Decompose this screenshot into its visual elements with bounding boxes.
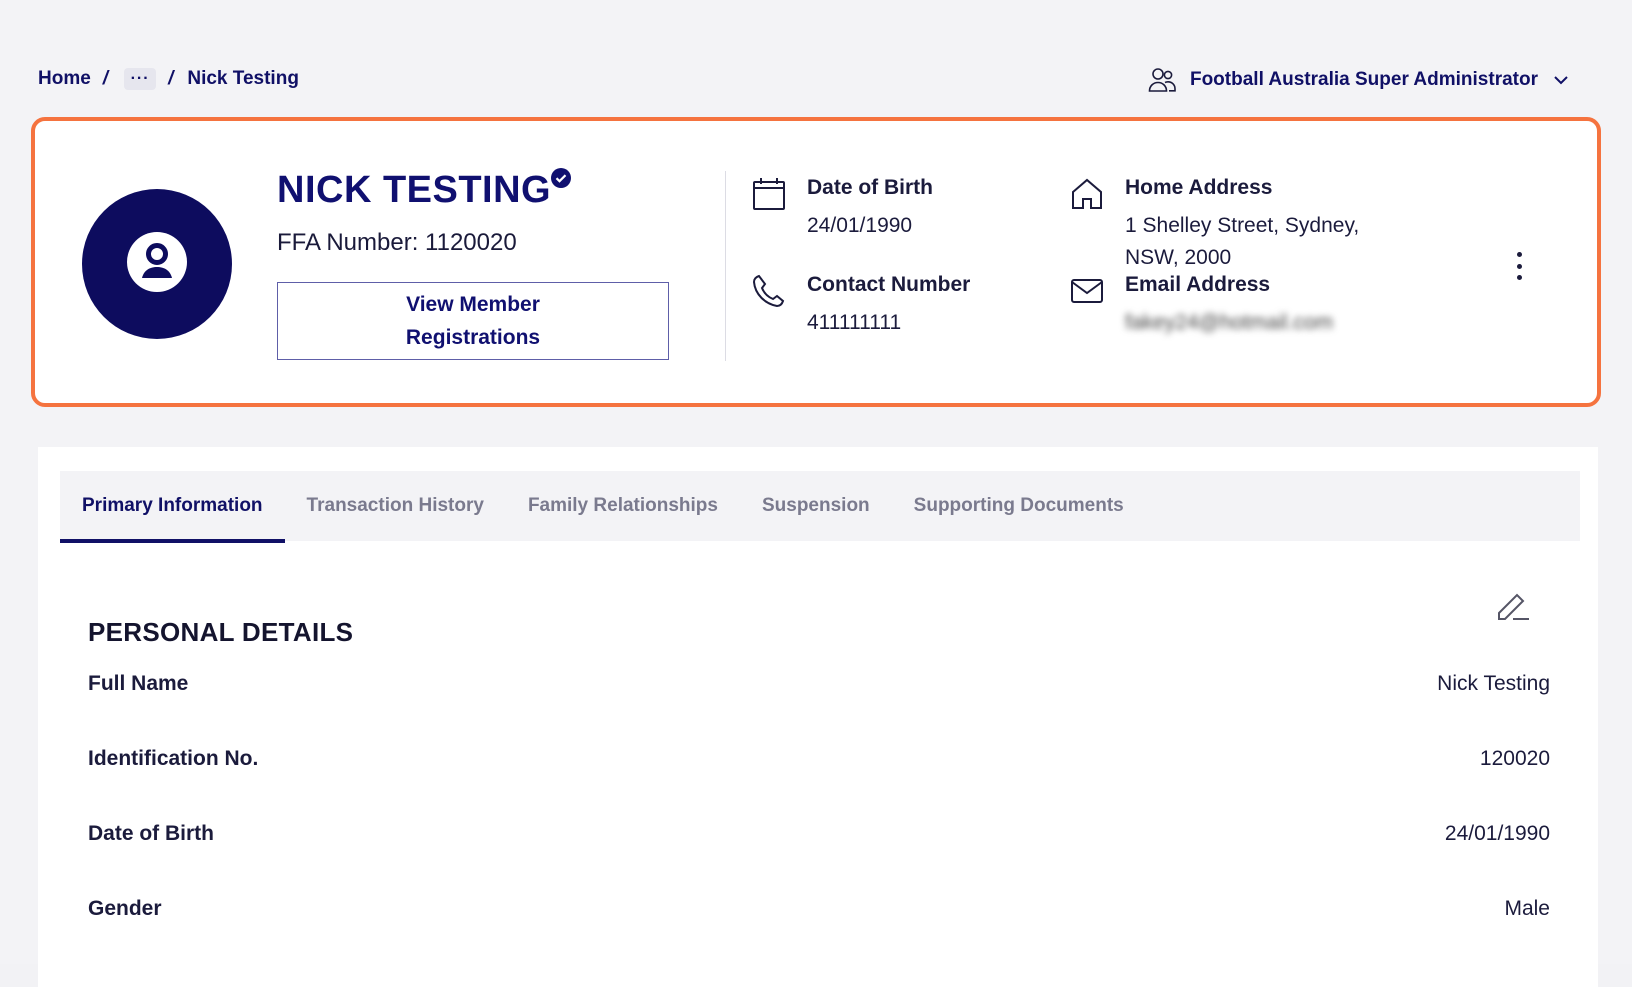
address-label: Home Address [1125,176,1273,199]
ffa-number-label: FFA Number: [277,229,419,256]
contact-value: 411111111 [807,311,902,334]
breadcrumb-home[interactable]: Home [38,68,91,90]
user-role-label: Football Australia Super Administrator [1189,69,1538,90]
detail-row-date-of-birth: Date of Birth 24/01/1990 [88,814,1550,854]
section-title: PERSONAL DETAILS [88,617,354,647]
tab-suspension[interactable]: Suspension [740,471,892,541]
phone-icon [751,273,787,314]
user-avatar-icon [125,230,189,299]
detail-value: Nick Testing [1437,672,1550,695]
email-info: Email Address fakey24@hotmail.com [1069,273,1399,353]
app-frame: Home / ··· / Nick Testing Football Austr… [0,0,1632,987]
top-bar: Home / ··· / Nick Testing Football Austr… [38,62,1608,102]
ffa-number: FFA Number: 1120020 [277,229,517,257]
home-icon [1069,176,1105,217]
breadcrumb: Home / ··· / Nick Testing [38,68,299,90]
mail-icon [1069,273,1105,314]
email-value: fakey24@hotmail.com [1125,311,1334,334]
detail-row-full-name: Full Name Nick Testing [88,664,1550,704]
detail-value: Male [1504,897,1550,920]
breadcrumb-separator: / [102,68,109,89]
address-info: Home Address 1 Shelley Street, Sydney, N… [1069,176,1399,271]
detail-label: Gender [88,897,162,920]
detail-row-identification: Identification No. 120020 [88,739,1550,779]
kebab-dot [1516,275,1522,280]
detail-label: Full Name [88,672,189,695]
dob-info: Date of Birth 24/01/1990 [751,176,1051,256]
tab-supporting-documents[interactable]: Supporting Documents [892,471,1146,541]
tab-family-relationships[interactable]: Family Relationships [506,471,740,541]
verified-badge-icon [550,167,572,189]
calendar-icon [751,176,787,217]
tab-bar: Primary Information Transaction History … [60,471,1580,543]
contact-info: Contact Number 411111111 [751,273,1051,353]
view-member-registrations-button[interactable]: View Member Registrations [277,282,669,360]
member-name: NICK TESTING [277,169,552,211]
edit-icon[interactable] [1493,585,1533,625]
kebab-dot [1516,263,1522,269]
breadcrumb-ellipsis-button[interactable]: ··· [124,68,157,90]
more-options-button[interactable] [1507,246,1531,286]
avatar [82,189,232,339]
user-group-icon [1148,66,1176,94]
kebab-dot [1516,252,1522,257]
chevron-down-icon[interactable] [1552,71,1570,89]
address-line-2: NSW, 2000 [1125,246,1232,269]
user-role-menu[interactable]: Football Australia Super Administrator [1148,66,1570,94]
email-label: Email Address [1125,273,1271,296]
dob-value: 24/01/1990 [807,214,913,237]
detail-row-gender: Gender Male [88,889,1550,929]
tab-transaction-history[interactable]: Transaction History [285,471,506,541]
contact-label: Contact Number [807,273,971,296]
vertical-divider [725,171,726,361]
detail-value: 24/01/1990 [1444,822,1550,845]
detail-value: 120020 [1479,747,1550,770]
breadcrumb-current[interactable]: Nick Testing [187,68,299,90]
detail-label: Identification No. [88,747,259,770]
tab-primary-information[interactable]: Primary Information [60,471,285,543]
breadcrumb-separator: / [168,68,174,89]
address-line-1: 1 Shelley Street, Sydney, [1125,214,1360,237]
dob-label: Date of Birth [807,176,933,199]
member-profile-card: NICK TESTING FFA Number: 1120020 View Me… [31,117,1601,407]
ffa-number-value: 1120020 [425,229,517,256]
detail-label: Date of Birth [88,822,214,845]
member-details-panel: Primary Information Transaction History … [38,447,1598,987]
